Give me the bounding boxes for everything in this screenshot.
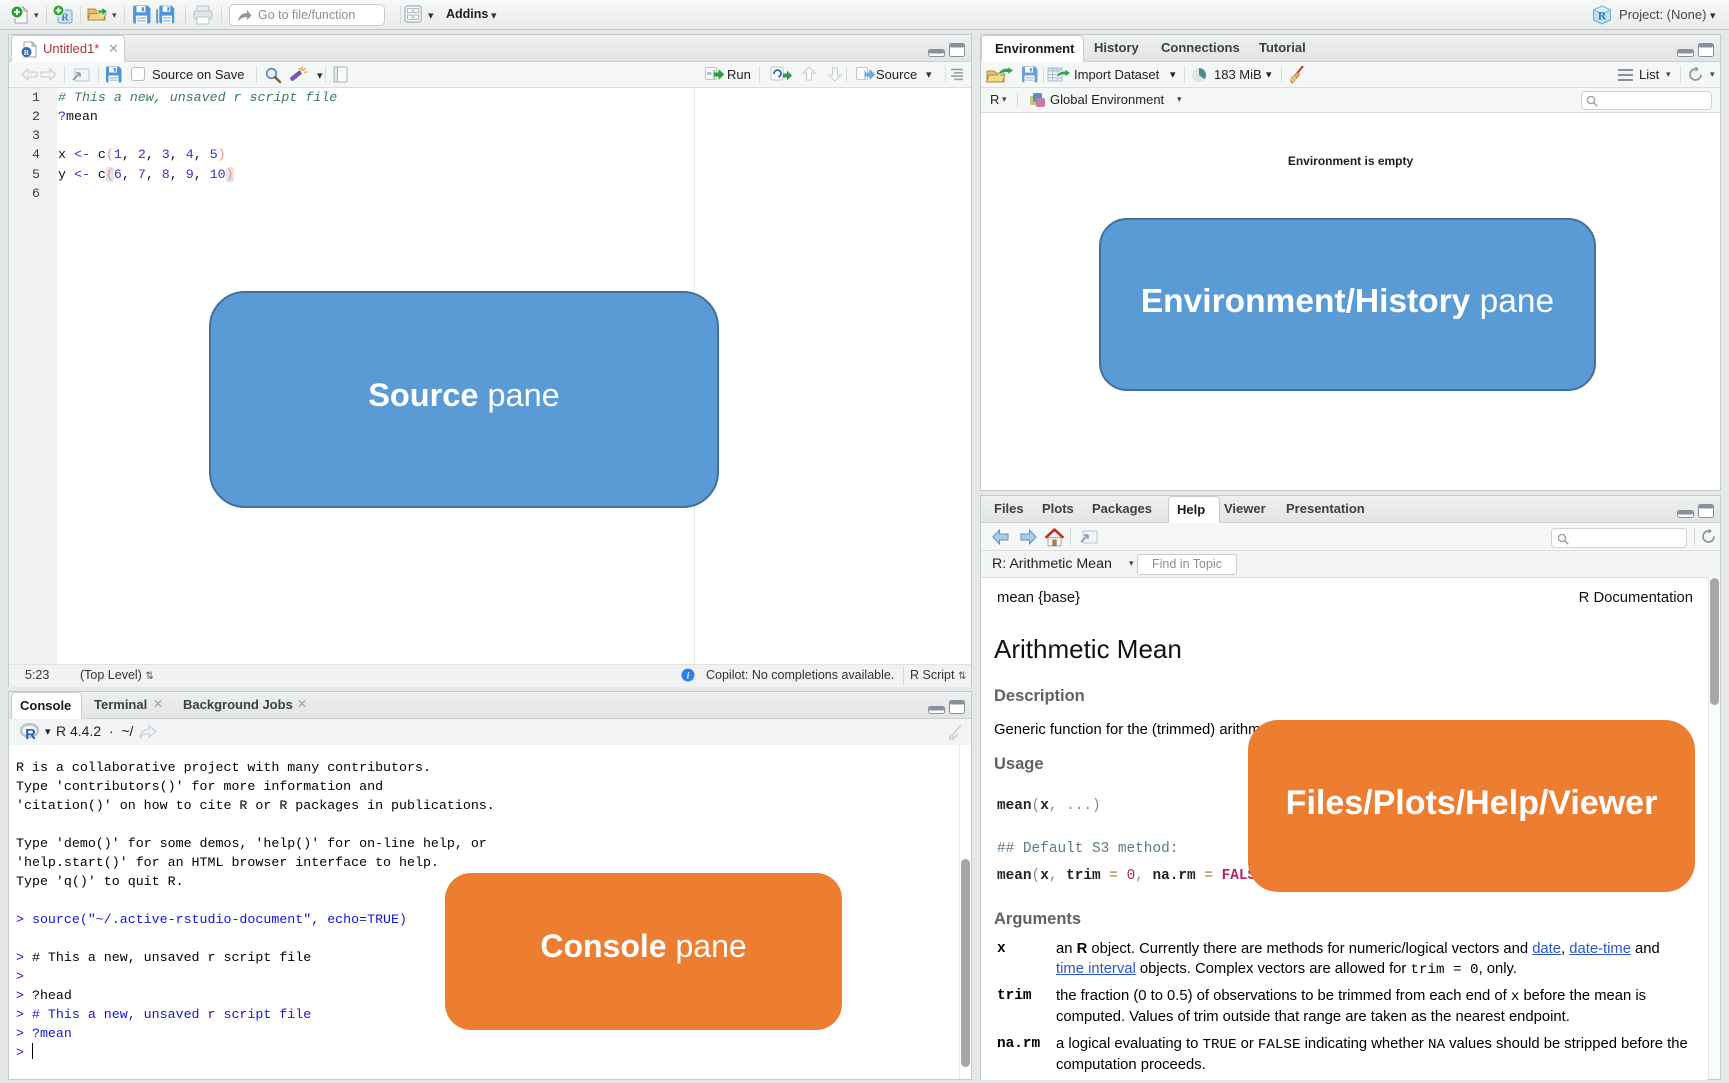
- svg-text:R: R: [1598, 11, 1607, 23]
- svg-text:R: R: [24, 48, 30, 57]
- svg-text:R: R: [25, 726, 36, 741]
